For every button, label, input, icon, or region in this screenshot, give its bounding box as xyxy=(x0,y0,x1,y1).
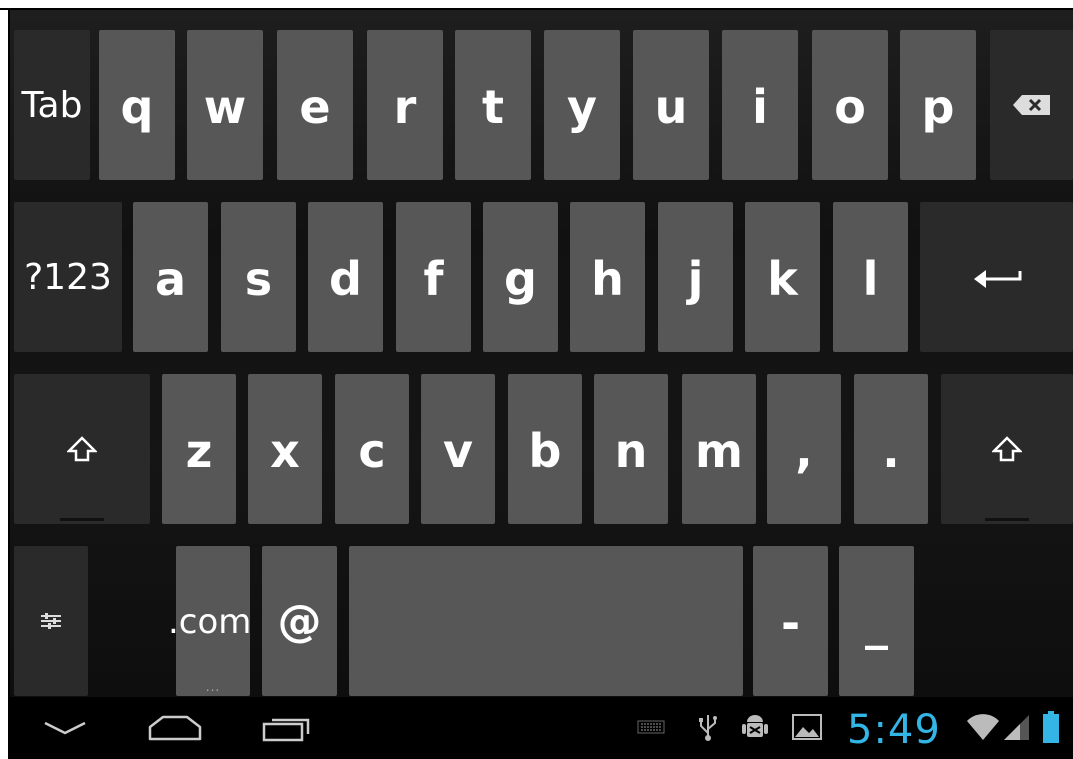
key-label: f xyxy=(423,252,444,306)
key-label: c xyxy=(358,424,386,478)
key-label: u xyxy=(654,80,688,134)
key-d[interactable]: d xyxy=(308,202,383,352)
key-label: - xyxy=(780,596,801,650)
key-j[interactable]: j xyxy=(658,202,733,352)
key-label: b xyxy=(528,424,562,478)
key-y[interactable]: y xyxy=(544,30,620,180)
key-label: r xyxy=(393,80,417,134)
symbols-key[interactable]: ?123 xyxy=(14,202,122,352)
shift-arrow-icon xyxy=(67,436,97,462)
shift-key-right[interactable] xyxy=(941,374,1073,524)
enter-key[interactable] xyxy=(920,202,1073,352)
dotcom-key-label: .com xyxy=(168,602,252,642)
key-v[interactable]: v xyxy=(421,374,495,524)
key-label: d xyxy=(329,252,362,306)
key-label: q xyxy=(120,80,154,134)
key-label: t xyxy=(482,80,504,134)
key-label: j xyxy=(687,252,704,306)
dash-key[interactable]: - xyxy=(753,546,828,696)
key-p[interactable]: p xyxy=(900,30,976,180)
clock: 5:49 xyxy=(847,707,941,753)
more-options-dots: ... xyxy=(205,680,221,694)
key-label: n xyxy=(614,424,648,478)
key-label: x xyxy=(270,424,300,478)
key-n[interactable]: n xyxy=(594,374,668,524)
gallery-icon xyxy=(790,711,824,743)
key-c[interactable]: c xyxy=(335,374,409,524)
key-label: h xyxy=(591,252,624,306)
key-u[interactable]: u xyxy=(633,30,709,180)
key-comma[interactable]: , xyxy=(767,374,841,524)
key-label: a xyxy=(154,252,187,306)
backspace-key[interactable] xyxy=(990,30,1073,180)
key-label: _ xyxy=(865,596,888,650)
shift-key-left[interactable] xyxy=(14,374,150,524)
key-l[interactable]: l xyxy=(833,202,908,352)
wifi-icon xyxy=(965,711,1001,743)
shift-arrow-icon xyxy=(992,436,1022,462)
key-label: l xyxy=(862,252,879,306)
underscore-key[interactable]: _ xyxy=(839,546,914,696)
dotcom-key[interactable]: .com ... xyxy=(168,546,251,696)
key-g[interactable]: g xyxy=(483,202,558,352)
key-s[interactable]: s xyxy=(221,202,296,352)
key-w[interactable]: w xyxy=(187,30,263,180)
key-label: s xyxy=(244,252,273,306)
settings-sliders-icon xyxy=(41,613,61,629)
key-label: p xyxy=(921,80,955,134)
key-label: i xyxy=(752,80,768,134)
key-t[interactable]: t xyxy=(455,30,531,180)
key-o[interactable]: o xyxy=(812,30,888,180)
system-bar: 5:49 xyxy=(10,697,1073,759)
recents-button[interactable] xyxy=(242,697,332,759)
key-label: y xyxy=(567,80,597,134)
key-q[interactable]: q xyxy=(99,30,175,180)
tab-key-label: Tab xyxy=(21,84,83,126)
at-key-label: @ xyxy=(277,595,322,647)
home-button[interactable] xyxy=(130,697,220,759)
key-a[interactable]: a xyxy=(133,202,208,352)
recents-icon xyxy=(262,718,310,742)
shift-indicator xyxy=(985,518,1029,521)
key-period[interactable]: . xyxy=(854,374,928,524)
settings-key[interactable] xyxy=(14,546,88,696)
space-key[interactable] xyxy=(349,546,743,696)
at-key[interactable]: @ xyxy=(262,546,337,696)
key-h[interactable]: h xyxy=(570,202,645,352)
keyboard-screen: Tab q w e r t y u i o p ?123 a s d f g h… xyxy=(10,10,1073,759)
key-b[interactable]: b xyxy=(508,374,582,524)
keyboard-icon xyxy=(636,711,666,743)
android-debug-icon xyxy=(740,711,770,743)
key-label: v xyxy=(443,424,473,478)
home-icon xyxy=(148,715,202,741)
key-label: o xyxy=(834,80,866,134)
symbols-key-label: ?123 xyxy=(24,256,112,298)
key-label: k xyxy=(767,252,798,306)
enter-arrow-icon xyxy=(973,270,1021,288)
key-k[interactable]: k xyxy=(745,202,820,352)
key-label: w xyxy=(203,80,247,134)
backspace-icon xyxy=(1012,95,1050,115)
shift-indicator xyxy=(60,518,104,521)
key-m[interactable]: m xyxy=(682,374,756,524)
signal-icon xyxy=(1001,711,1031,743)
key-e[interactable]: e xyxy=(277,30,353,180)
key-label: g xyxy=(504,252,537,306)
key-label: e xyxy=(299,80,331,134)
hide-keyboard-button[interactable] xyxy=(20,697,110,759)
key-label: z xyxy=(185,424,213,478)
tab-key[interactable]: Tab xyxy=(14,30,90,180)
hide-keyboard-icon xyxy=(44,721,86,735)
key-label: . xyxy=(882,424,900,478)
usb-icon xyxy=(696,711,720,743)
key-x[interactable]: x xyxy=(248,374,322,524)
key-i[interactable]: i xyxy=(722,30,798,180)
key-f[interactable]: f xyxy=(396,202,471,352)
key-label: m xyxy=(695,424,743,478)
key-label: , xyxy=(795,424,813,478)
battery-icon xyxy=(1038,711,1064,743)
key-z[interactable]: z xyxy=(162,374,236,524)
key-r[interactable]: r xyxy=(367,30,443,180)
